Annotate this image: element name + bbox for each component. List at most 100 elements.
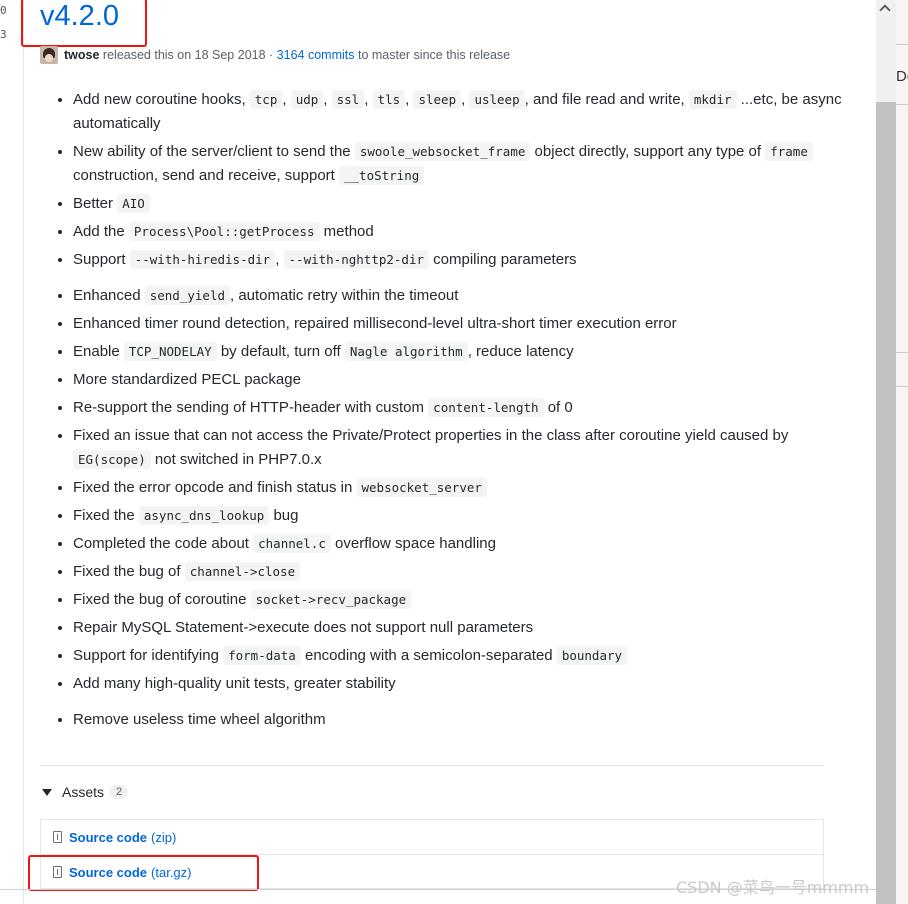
inline-code: AIO	[117, 194, 150, 213]
inline-code: swoole_websocket_frame	[354, 142, 531, 161]
note-text: ,	[275, 251, 284, 268]
note-text: Add new coroutine hooks,	[73, 91, 250, 108]
note-text: encoding with a semicolon-separated	[300, 647, 557, 664]
asset-link[interactable]: Source code	[69, 830, 147, 845]
inline-code: tls	[372, 90, 406, 109]
file-zip-icon	[53, 831, 62, 843]
release-note-item: Completed the code about channel.c overf…	[73, 532, 853, 556]
highlight-box-targz	[28, 855, 259, 891]
released-text: released this on 18 Sep 2018 ·	[102, 48, 274, 62]
inline-code: channel.c	[253, 534, 331, 553]
inline-code: mkdir	[688, 90, 737, 109]
inline-code: frame	[765, 142, 813, 161]
note-text: Fixed the bug of coroutine	[73, 591, 251, 608]
note-text: ,	[282, 91, 291, 108]
inline-code: Process\Pool::getProcess	[128, 222, 320, 241]
release-note-item: Fixed the async_dns_lookup bug	[73, 504, 853, 528]
inline-code: content-length	[428, 398, 544, 417]
inline-code: send_yield	[144, 286, 230, 305]
inline-code: EG(scope)	[73, 450, 151, 469]
note-text: More standardized PECL package	[73, 371, 301, 388]
assets-label: Assets	[62, 784, 105, 800]
adjacent-divider	[896, 386, 908, 387]
adjacent-window-strip	[896, 0, 908, 904]
note-text: not switched in PHP7.0.x	[150, 451, 322, 468]
note-text: bug	[269, 507, 299, 524]
note-text: , reduce latency	[467, 343, 574, 360]
csdn-watermark: CSDN @菜鸟一号mmmm	[676, 878, 870, 897]
release-note-item: New ability of the server/client to send…	[73, 140, 853, 188]
inline-code: TCP_NODELAY	[123, 342, 217, 361]
release-note-item: Enhanced timer round detection, repaired…	[73, 312, 853, 336]
note-text: Fixed the	[73, 507, 139, 524]
inline-code: usleep	[469, 90, 525, 109]
note-text: Support	[73, 251, 130, 268]
release-note-item: Support for identifying form-data encodi…	[73, 644, 853, 668]
note-text: Enhanced timer round detection, repaired…	[73, 315, 677, 332]
inline-code: --with-nghttp2-dir	[283, 250, 429, 269]
caret-down-icon	[42, 788, 52, 796]
scrollbar-thumb[interactable]	[876, 102, 896, 904]
release-note-item: Repair MySQL Statement->execute does not…	[73, 616, 853, 640]
author-link[interactable]: twose	[64, 48, 99, 62]
assets-count-badge: 2	[110, 785, 129, 799]
adjacent-divider	[896, 104, 908, 105]
release-note-item: More standardized PECL package	[73, 368, 853, 392]
highlight-box-version	[21, 0, 147, 47]
note-text: Completed the code about	[73, 535, 254, 552]
divider	[40, 765, 824, 766]
note-text: Better	[73, 195, 118, 212]
note-text: ,	[364, 91, 373, 108]
release-note-item: Remove useless time wheel algorithm	[73, 708, 853, 732]
release-note-item: Fixed the bug of coroutine socket->recv_…	[73, 588, 853, 612]
inline-code: Nagle algorithm	[344, 342, 468, 361]
inline-code: tcp	[249, 90, 283, 109]
gutter-divider	[23, 0, 24, 904]
note-text: Enhanced	[73, 287, 145, 304]
gutter-line-number: 3	[0, 28, 7, 41]
note-text: by default, turn off	[216, 343, 345, 360]
inline-code: ssl	[331, 90, 365, 109]
note-text: Remove useless time wheel algorithm	[73, 711, 326, 728]
release-meta: twose released this on 18 Sep 2018 · 316…	[40, 46, 510, 64]
note-text: ,	[323, 91, 332, 108]
inline-code: sleep	[413, 90, 462, 109]
release-note-item: Enhanced send_yield, automatic retry wit…	[73, 284, 853, 308]
note-text: Enable	[73, 343, 124, 360]
gutter-line-number: 0	[0, 4, 7, 17]
note-text: object directly, support any type of	[530, 143, 766, 160]
release-note-item: Fixed an issue that can not access the P…	[73, 424, 853, 472]
asset-item-zip[interactable]: Source code (zip)	[41, 820, 823, 855]
release-note-item: Fixed the bug of channel->close	[73, 560, 853, 584]
adjacent-window-text: De	[896, 68, 908, 85]
release-note-item: Fixed the error opcode and finish status…	[73, 476, 853, 500]
release-note-item: Add the Process\Pool::getProcess method	[73, 220, 853, 244]
note-text: Fixed the bug of	[73, 563, 185, 580]
assets-toggle[interactable]: Assets 2	[40, 784, 129, 800]
note-text: Fixed an issue that can not access the P…	[73, 427, 789, 444]
inline-code: form-data	[223, 646, 301, 665]
inline-code: --with-hiredis-dir	[129, 250, 276, 269]
note-text: Repair MySQL Statement->execute does not…	[73, 619, 534, 636]
inline-code: __toString	[339, 166, 425, 185]
inline-code: socket->recv_package	[250, 590, 412, 609]
note-text: Add many high-quality unit tests, greate…	[73, 675, 396, 692]
note-text: New ability of the server/client to send…	[73, 143, 355, 160]
release-note-item: Enable TCP_NODELAY by default, turn off …	[73, 340, 853, 364]
release-note-item: Add many high-quality unit tests, greate…	[73, 672, 853, 696]
note-text: compiling parameters	[429, 251, 577, 268]
inline-code: channel->close	[184, 562, 301, 581]
note-text: Fixed the error opcode and finish status…	[73, 479, 357, 496]
line-gutter: 0 3	[0, 0, 24, 904]
note-text: Support for identifying	[73, 647, 224, 664]
note-text: , automatic retry within the timeout	[230, 287, 459, 304]
commits-link[interactable]: 3164 commits	[277, 48, 355, 62]
since-text: to master since this release	[357, 48, 511, 62]
avatar[interactable]	[40, 46, 58, 64]
note-text: method	[319, 223, 374, 240]
inline-code: websocket_server	[356, 478, 487, 497]
release-note-item: Re-support the sending of HTTP-header wi…	[73, 396, 853, 420]
note-text: construction, send and receive, support	[73, 167, 339, 184]
adjacent-divider	[896, 352, 908, 353]
release-note-item: Add new coroutine hooks, tcp, udp, ssl , …	[73, 88, 853, 136]
